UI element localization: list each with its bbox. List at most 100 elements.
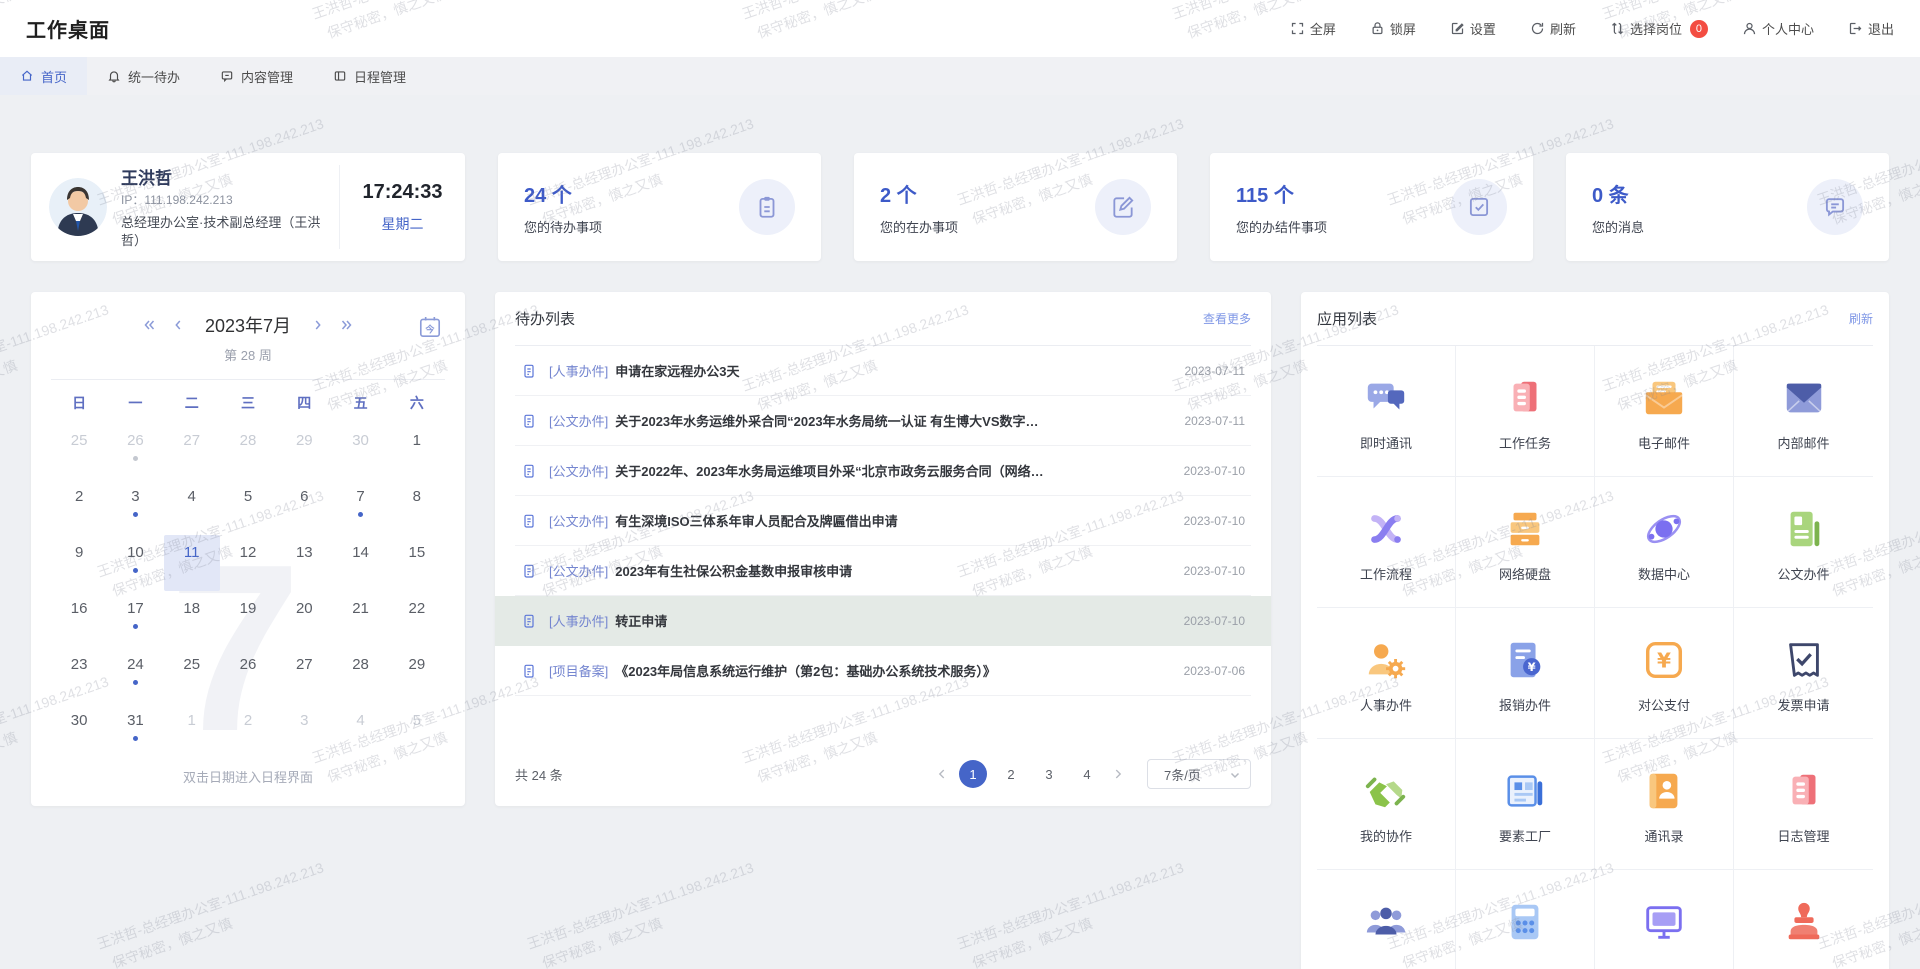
tab-schedule-management[interactable]: 日程管理 <box>313 57 426 95</box>
app-item-factory[interactable]: 要素工厂 <box>1456 739 1595 870</box>
calendar-day-1[interactable]: 1 <box>389 423 445 479</box>
app-item-internal-mail[interactable]: 内部邮件 <box>1734 346 1873 477</box>
calendar-day-7[interactable]: 7 <box>332 479 388 535</box>
calendar-day-25[interactable]: 25 <box>164 647 220 703</box>
app-item-tasks[interactable]: 工作任务 <box>1456 346 1595 477</box>
app-item-email[interactable]: 电子邮件 <box>1595 346 1734 477</box>
calendar-day-3[interactable]: 3 <box>107 479 163 535</box>
app-item-contacts[interactable]: 通讯录 <box>1595 739 1734 870</box>
calendar-day-9[interactable]: 9 <box>51 535 107 591</box>
calendar-day-30[interactable]: 30 <box>51 703 107 759</box>
page-button-2[interactable]: 2 <box>997 760 1025 788</box>
calendar-day-2[interactable]: 2 <box>220 703 276 759</box>
calendar-day-30[interactable]: 30 <box>332 423 388 479</box>
calendar-day-23[interactable]: 23 <box>51 647 107 703</box>
app-item-official-doc[interactable]: 公文办件 <box>1734 477 1873 608</box>
calendar-day-14[interactable]: 14 <box>332 535 388 591</box>
today-icon[interactable]: 今 <box>417 314 443 340</box>
calendar-day-13[interactable]: 13 <box>276 535 332 591</box>
logout-button[interactable]: 退出 <box>1848 19 1894 38</box>
calendar-day-4[interactable]: 4 <box>164 479 220 535</box>
calendar-day-6[interactable]: 6 <box>276 479 332 535</box>
todo-page-size-select[interactable]: 7条/页 <box>1147 759 1251 789</box>
app-item-workflow[interactable]: 工作流程 <box>1317 477 1456 608</box>
stat-card-in-progress[interactable]: 2 个 您的在办事项 <box>854 153 1177 261</box>
fullscreen-button[interactable]: 全屏 <box>1290 19 1336 38</box>
todo-view-more-link[interactable]: 查看更多 <box>1203 310 1251 327</box>
app-item-im[interactable]: 即时通讯 <box>1317 346 1456 477</box>
tab-home[interactable]: 首页 <box>0 57 87 95</box>
calendar-day-5[interactable]: 5 <box>220 479 276 535</box>
calendar-day-10[interactable]: 10 <box>107 535 163 591</box>
settings-button[interactable]: 设置 <box>1450 19 1496 38</box>
app-list-refresh-link[interactable]: 刷新 <box>1849 310 1873 327</box>
todo-row[interactable]: [公文办件] 有生深境ISO三体系年审人员配合及牌匾借出申请 2023-07-1… <box>515 496 1251 546</box>
calendar-day-31[interactable]: 31 <box>107 703 163 759</box>
app-item-people[interactable] <box>1317 870 1456 969</box>
calendar-day-19[interactable]: 19 <box>220 591 276 647</box>
todo-row[interactable]: [人事办件] 申请在家远程办公3天 2023-07-11 <box>515 346 1251 396</box>
app-item-hr[interactable]: 人事办件 <box>1317 608 1456 739</box>
tab-content-management[interactable]: 内容管理 <box>200 57 313 95</box>
calendar-day-27[interactable]: 27 <box>164 423 220 479</box>
next-page-icon[interactable] <box>1111 767 1125 781</box>
todo-row[interactable]: [项目备案] 《2023年局信息系统运行维护（第2包：基础办公系统技术服务）》 … <box>515 646 1251 696</box>
calendar-day-28[interactable]: 28 <box>332 647 388 703</box>
calendar-day-20[interactable]: 20 <box>276 591 332 647</box>
calendar-day-15[interactable]: 15 <box>389 535 445 591</box>
calendar-day-26[interactable]: 26 <box>220 647 276 703</box>
todo-row[interactable]: [公文办件] 关于2023年水务运维外采合同“2023年水务局统一认证 有生博大… <box>515 396 1251 446</box>
app-item-collab[interactable]: 我的协作 <box>1317 739 1456 870</box>
calendar-day-11[interactable]: 11 <box>164 535 220 591</box>
profile-button[interactable]: 个人中心 <box>1742 19 1814 38</box>
page-button-1[interactable]: 1 <box>959 760 987 788</box>
calendar-day-1[interactable]: 1 <box>164 703 220 759</box>
todo-row[interactable]: [公文办件] 2023年有生社保公积金基数申报审核申请 2023-07-10 <box>515 546 1251 596</box>
app-item-monitor[interactable] <box>1595 870 1734 969</box>
calendar-day-29[interactable]: 29 <box>389 647 445 703</box>
calendar-day-25[interactable]: 25 <box>51 423 107 479</box>
next-month-button[interactable] <box>310 317 326 333</box>
next-year-button[interactable] <box>339 317 355 333</box>
calendar-day-18[interactable]: 18 <box>164 591 220 647</box>
prev-year-button[interactable] <box>141 317 157 333</box>
refresh-button[interactable]: 刷新 <box>1530 19 1576 38</box>
prev-page-icon[interactable] <box>935 767 949 781</box>
calendar-day-17[interactable]: 17 <box>107 591 163 647</box>
calendar-day-12[interactable]: 12 <box>220 535 276 591</box>
event-dot-empty <box>245 512 250 517</box>
calendar-day-27[interactable]: 27 <box>276 647 332 703</box>
calendar-day-21[interactable]: 21 <box>332 591 388 647</box>
app-item-stamp[interactable] <box>1734 870 1873 969</box>
calendar-day-3[interactable]: 3 <box>276 703 332 759</box>
todo-row[interactable]: [公文办件] 关于2022年、2023年水务局运维项目外采“北京市政务云服务合同… <box>515 446 1251 496</box>
calendar-day-8[interactable]: 8 <box>389 479 445 535</box>
app-item-calculator[interactable] <box>1456 870 1595 969</box>
app-item-reimburse[interactable]: ¥ 报销办件 <box>1456 608 1595 739</box>
app-item-netdisk[interactable]: 网络硬盘 <box>1456 477 1595 608</box>
app-item-data-center[interactable]: 数据中心 <box>1595 477 1734 608</box>
calendar-day-5[interactable]: 5 <box>389 703 445 759</box>
stat-card-todo[interactable]: 24 个 您的待办事项 <box>498 153 821 261</box>
calendar-day-28[interactable]: 28 <box>220 423 276 479</box>
app-item-pay[interactable]: ¥ 对公支付 <box>1595 608 1734 739</box>
todo-row-highlighted[interactable]: [人事办件] 转正申请 2023-07-10 <box>495 596 1271 646</box>
calendar-day-2[interactable]: 2 <box>51 479 107 535</box>
page-button-4[interactable]: 4 <box>1073 760 1101 788</box>
calendar-day-16[interactable]: 16 <box>51 591 107 647</box>
stat-card-completed[interactable]: 115 个 您的办结件事项 <box>1210 153 1533 261</box>
stat-card-messages[interactable]: 0 条 您的消息 <box>1566 153 1889 261</box>
calendar-day-29[interactable]: 29 <box>276 423 332 479</box>
calendar-day-22[interactable]: 22 <box>389 591 445 647</box>
page-button-3[interactable]: 3 <box>1035 760 1063 788</box>
check-square-icon <box>1451 179 1507 235</box>
lock-screen-button[interactable]: 锁屏 <box>1370 19 1416 38</box>
prev-month-button[interactable] <box>170 317 186 333</box>
calendar-day-26[interactable]: 26 <box>107 423 163 479</box>
app-item-invoice[interactable]: 发票申请 <box>1734 608 1873 739</box>
calendar-day-4[interactable]: 4 <box>332 703 388 759</box>
calendar-day-24[interactable]: 24 <box>107 647 163 703</box>
app-item-journal[interactable]: 日志管理 <box>1734 739 1873 870</box>
select-post-button[interactable]: 选择岗位 0 <box>1610 19 1708 38</box>
tab-unified-todo[interactable]: 统一待办 <box>87 57 200 95</box>
